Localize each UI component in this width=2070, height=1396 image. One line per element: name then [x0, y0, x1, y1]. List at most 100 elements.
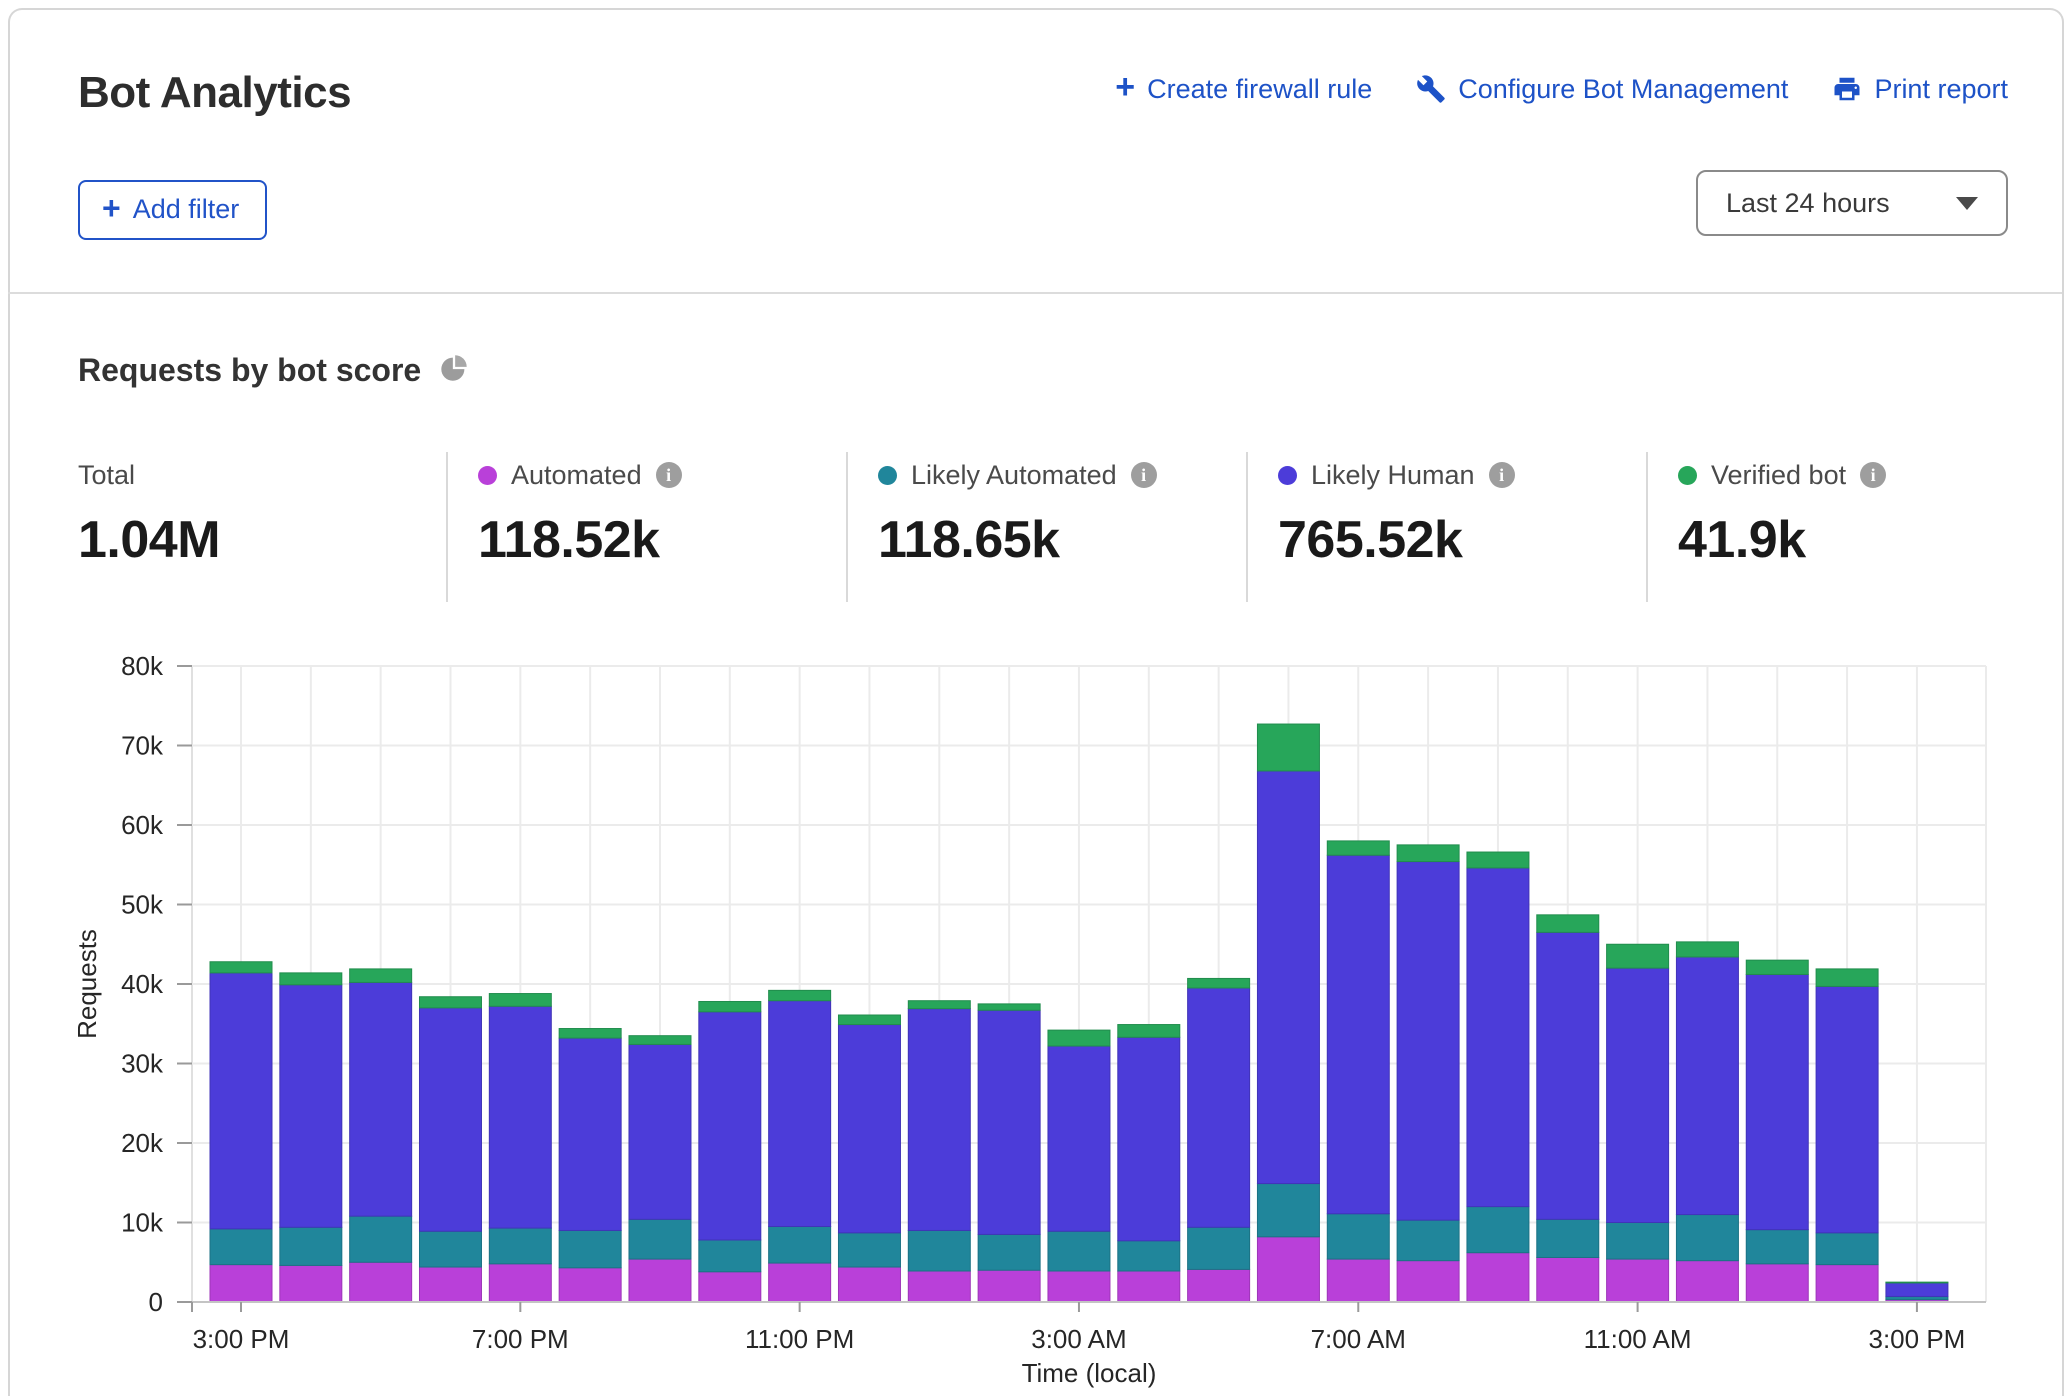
- bar-segment[interactable]: [1118, 1037, 1180, 1241]
- time-range-dropdown[interactable]: Last 24 hours: [1696, 170, 2008, 236]
- bar-segment[interactable]: [1816, 986, 1878, 1232]
- bar-segment[interactable]: [350, 969, 412, 983]
- info-icon[interactable]: i: [1489, 462, 1515, 488]
- add-filter-button[interactable]: + Add filter: [78, 180, 267, 240]
- bar-segment[interactable]: [1048, 1030, 1110, 1046]
- bar-segment[interactable]: [1257, 724, 1319, 771]
- bar-segment[interactable]: [908, 1001, 970, 1009]
- bar-segment[interactable]: [1746, 974, 1808, 1229]
- bar-segment[interactable]: [629, 1036, 691, 1045]
- bar-segment[interactable]: [559, 1268, 621, 1302]
- bar-segment[interactable]: [1188, 1227, 1250, 1269]
- bar-segment[interactable]: [1397, 1261, 1459, 1302]
- bar-segment[interactable]: [908, 1271, 970, 1302]
- bar-segment[interactable]: [838, 1025, 900, 1233]
- bar-segment[interactable]: [350, 982, 412, 1216]
- bar-segment[interactable]: [1048, 1271, 1110, 1302]
- bar-segment[interactable]: [1048, 1046, 1110, 1231]
- bar-segment[interactable]: [1607, 944, 1669, 968]
- bar-segment[interactable]: [1676, 1215, 1738, 1261]
- bar-segment[interactable]: [1537, 1257, 1599, 1302]
- bar-segment[interactable]: [1188, 978, 1250, 988]
- bar-segment[interactable]: [699, 1240, 761, 1272]
- bar-segment[interactable]: [1397, 1220, 1459, 1261]
- print-report-link[interactable]: Print report: [1832, 74, 2008, 105]
- bar-segment[interactable]: [1257, 1184, 1319, 1237]
- bar-segment[interactable]: [419, 1231, 481, 1267]
- bar-segment[interactable]: [1188, 1269, 1250, 1302]
- bar-segment[interactable]: [908, 1009, 970, 1231]
- bar-segment[interactable]: [1676, 957, 1738, 1215]
- bar-segment[interactable]: [559, 1230, 621, 1267]
- bar-segment[interactable]: [1118, 1271, 1180, 1302]
- bar-segment[interactable]: [699, 1012, 761, 1240]
- bar-segment[interactable]: [769, 1226, 831, 1263]
- bar-segment[interactable]: [350, 1262, 412, 1302]
- bar-segment[interactable]: [1257, 1237, 1319, 1302]
- bar-segment[interactable]: [419, 1008, 481, 1231]
- bar-segment[interactable]: [1607, 1223, 1669, 1260]
- bar-segment[interactable]: [489, 994, 551, 1007]
- bar-segment[interactable]: [769, 1001, 831, 1227]
- bar-segment[interactable]: [838, 1015, 900, 1025]
- bar-segment[interactable]: [1467, 868, 1529, 1207]
- bar-segment[interactable]: [280, 1227, 342, 1265]
- bar-segment[interactable]: [1118, 1241, 1180, 1271]
- bar-segment[interactable]: [978, 1234, 1040, 1270]
- bar-segment[interactable]: [699, 1272, 761, 1302]
- bar-segment[interactable]: [1676, 942, 1738, 957]
- bar-segment[interactable]: [280, 1265, 342, 1302]
- bar-segment[interactable]: [350, 1216, 412, 1262]
- bar-segment[interactable]: [210, 962, 272, 973]
- info-icon[interactable]: i: [656, 462, 682, 488]
- bar-segment[interactable]: [280, 985, 342, 1227]
- bar-segment[interactable]: [978, 1270, 1040, 1302]
- configure-bot-management-link[interactable]: Configure Bot Management: [1416, 74, 1788, 105]
- bar-segment[interactable]: [629, 1259, 691, 1302]
- bar-segment[interactable]: [1397, 845, 1459, 862]
- bar-segment[interactable]: [1746, 960, 1808, 974]
- info-icon[interactable]: i: [1860, 462, 1886, 488]
- bar-segment[interactable]: [1816, 969, 1878, 986]
- bar-segment[interactable]: [1816, 1233, 1878, 1265]
- bar-segment[interactable]: [1537, 932, 1599, 1219]
- bar-segment[interactable]: [978, 1010, 1040, 1234]
- bar-segment[interactable]: [1118, 1025, 1180, 1038]
- bar-segment[interactable]: [559, 1029, 621, 1039]
- bar-segment[interactable]: [1886, 1282, 1948, 1283]
- bar-segment[interactable]: [629, 1219, 691, 1259]
- bar-segment[interactable]: [1327, 855, 1389, 1214]
- bar-segment[interactable]: [1188, 988, 1250, 1227]
- bar-segment[interactable]: [1467, 1207, 1529, 1253]
- bar-segment[interactable]: [1816, 1265, 1878, 1302]
- bar-segment[interactable]: [210, 1265, 272, 1302]
- bar-segment[interactable]: [489, 1228, 551, 1264]
- bar-segment[interactable]: [1467, 1253, 1529, 1302]
- bar-segment[interactable]: [838, 1233, 900, 1267]
- bar-segment[interactable]: [1537, 1219, 1599, 1257]
- bar-segment[interactable]: [769, 990, 831, 1000]
- bar-segment[interactable]: [1467, 852, 1529, 868]
- bar-segment[interactable]: [419, 997, 481, 1008]
- bar-segment[interactable]: [210, 973, 272, 1229]
- bar-segment[interactable]: [1746, 1230, 1808, 1264]
- bar-segment[interactable]: [978, 1004, 1040, 1010]
- bar-segment[interactable]: [1607, 968, 1669, 1222]
- bar-segment[interactable]: [559, 1038, 621, 1230]
- bar-segment[interactable]: [210, 1229, 272, 1265]
- bar-segment[interactable]: [1327, 1214, 1389, 1259]
- bar-segment[interactable]: [1397, 862, 1459, 1221]
- bar-segment[interactable]: [629, 1044, 691, 1219]
- info-icon[interactable]: i: [1131, 462, 1157, 488]
- bar-segment[interactable]: [489, 1264, 551, 1302]
- bar-segment[interactable]: [1746, 1264, 1808, 1302]
- bar-segment[interactable]: [1327, 841, 1389, 855]
- bar-segment[interactable]: [908, 1230, 970, 1271]
- bar-segment[interactable]: [1886, 1283, 1948, 1297]
- bar-segment[interactable]: [1607, 1259, 1669, 1302]
- bar-segment[interactable]: [769, 1263, 831, 1302]
- create-firewall-rule-link[interactable]: + Create firewall rule: [1115, 72, 1372, 106]
- bar-segment[interactable]: [699, 1001, 761, 1011]
- bar-segment[interactable]: [1327, 1259, 1389, 1302]
- bar-segment[interactable]: [489, 1006, 551, 1228]
